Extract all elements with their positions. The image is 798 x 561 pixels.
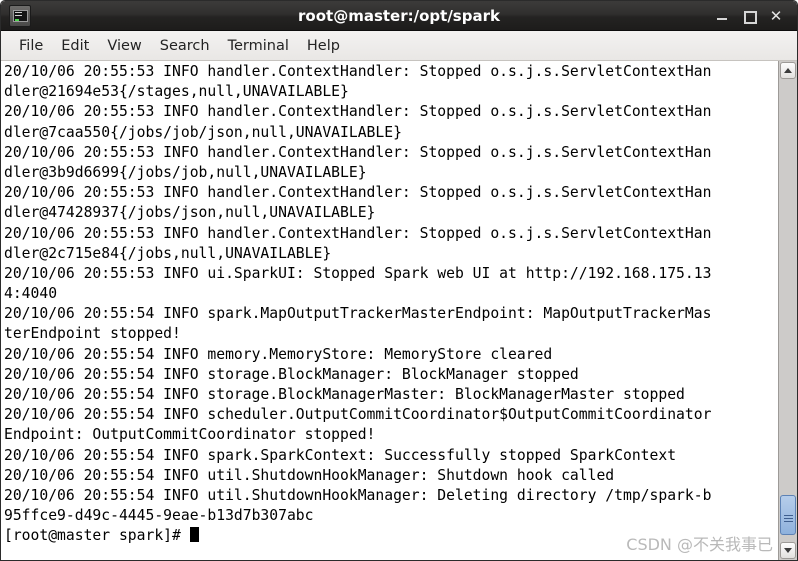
terminal-line: dler@47428937{/jobs/json,null,UNAVAILABL…	[4, 204, 376, 222]
terminal-line: 20/10/06 20:55:54 INFO util.ShutdownHook…	[4, 466, 615, 484]
menu-item-edit[interactable]: Edit	[52, 36, 98, 56]
scrollbar-thumb-grip	[783, 514, 793, 516]
terminal-icon-screen	[12, 9, 28, 22]
terminal-output[interactable]: 20/10/06 20:55:53 INFO handler.ContextHa…	[1, 61, 778, 560]
title-bar[interactable]: root@master:/opt/spark ✕	[1, 1, 797, 31]
terminal-line: 20/10/06 20:55:53 INFO ui.SparkUI: Stopp…	[4, 264, 712, 282]
menu-item-help[interactable]: Help	[298, 36, 349, 56]
shell-prompt-line[interactable]: [root@master spark]#	[4, 526, 778, 546]
terminal-line: 20/10/06 20:55:54 INFO memory.MemoryStor…	[4, 345, 553, 363]
menu-item-view[interactable]: View	[98, 36, 150, 56]
chevron-up-icon	[784, 68, 792, 73]
terminal-line: dler@21694e53{/stages,null,UNAVAILABLE}	[4, 83, 349, 101]
terminal-line: 20/10/06 20:55:54 INFO storage.BlockMana…	[4, 365, 579, 383]
menu-item-file[interactable]: File	[10, 36, 52, 56]
terminal-line: 20/10/06 20:55:53 INFO handler.ContextHa…	[4, 224, 712, 242]
scrollbar-thumb[interactable]	[780, 495, 796, 535]
terminal-line: dler@2c715e84{/jobs,null,UNAVAILABLE}	[4, 244, 332, 262]
terminal-line: 20/10/06 20:55:53 INFO handler.ContextHa…	[4, 143, 712, 161]
scrollbar-track[interactable]	[780, 80, 796, 541]
scroll-up-arrow-icon[interactable]	[780, 62, 796, 79]
minimize-button[interactable]	[715, 9, 729, 23]
terminal-window: root@master:/opt/spark ✕ File Edit View …	[0, 0, 798, 561]
terminal-body: 20/10/06 20:55:53 INFO handler.ContextHa…	[1, 61, 797, 560]
menu-item-search[interactable]: Search	[151, 36, 219, 56]
terminal-line: 20/10/06 20:55:53 INFO handler.ContextHa…	[4, 103, 712, 121]
text-cursor	[189, 527, 199, 543]
terminal-line: dler@3b9d6699{/jobs/job,null,UNAVAILABLE…	[4, 163, 367, 181]
terminal-icon	[9, 4, 31, 27]
close-button[interactable]: ✕	[769, 8, 783, 23]
menu-bar: File Edit View Search Terminal Help	[1, 31, 797, 61]
terminal-line: 4:4040	[4, 285, 58, 303]
terminal-line: 20/10/06 20:55:54 INFO spark.SparkContex…	[4, 446, 677, 464]
terminal-line: dler@7caa550{/jobs/job/json,null,UNAVAIL…	[4, 123, 402, 141]
terminal-line: Endpoint: OutputCommitCoordinator stoppe…	[4, 426, 376, 444]
terminal-line: terEndpoint stopped!	[4, 325, 181, 343]
terminal-line: 20/10/06 20:55:53 INFO handler.ContextHa…	[4, 184, 712, 202]
terminal-line: 20/10/06 20:55:54 INFO storage.BlockMana…	[4, 386, 685, 403]
shell-prompt: [root@master spark]#	[4, 527, 190, 545]
menu-item-terminal[interactable]: Terminal	[219, 36, 298, 56]
vertical-scrollbar[interactable]	[778, 61, 797, 560]
window-title: root@master:/opt/spark	[298, 6, 500, 25]
terminal-line: 20/10/06 20:55:54 INFO util.ShutdownHook…	[4, 486, 712, 504]
terminal-line: 95ffce9-d49c-4445-9eae-b13d7b307abc	[4, 507, 314, 525]
terminal-line: 20/10/06 20:55:53 INFO handler.ContextHa…	[4, 63, 712, 80]
terminal-line: 20/10/06 20:55:54 INFO scheduler.OutputC…	[4, 406, 712, 424]
terminal-line: 20/10/06 20:55:54 INFO spark.MapOutputTr…	[4, 305, 712, 323]
scroll-down-arrow-icon[interactable]	[780, 542, 796, 559]
chevron-down-icon	[784, 548, 792, 553]
maximize-button[interactable]	[742, 9, 757, 24]
window-controls: ✕	[715, 8, 791, 24]
